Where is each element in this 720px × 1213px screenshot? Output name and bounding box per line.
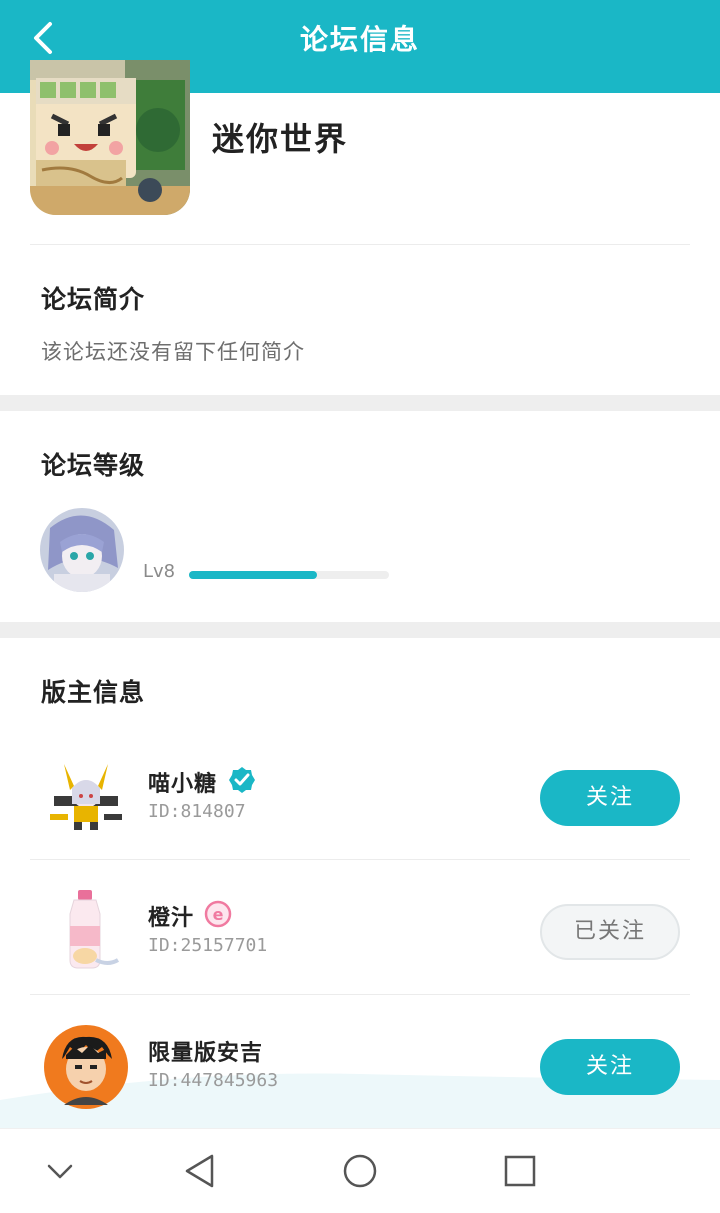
- unfollow-button[interactable]: 已关注: [540, 904, 680, 960]
- back-triangle-icon: [185, 1154, 214, 1188]
- intro-section-title: 论坛简介: [41, 285, 146, 314]
- list-item: 橙汁 e ID:25157701 已关注: [0, 890, 720, 990]
- avatar[interactable]: [40, 508, 124, 592]
- divider: [30, 994, 690, 995]
- avatar[interactable]: [44, 1025, 128, 1109]
- level-section-title: 论坛等级: [41, 451, 146, 480]
- verified-check-icon: [228, 766, 256, 794]
- forum-name: 迷你世界: [212, 120, 349, 158]
- svg-text:e: e: [213, 905, 224, 924]
- divider: [30, 859, 690, 860]
- game-app-icon: [30, 60, 190, 215]
- moderator-id: ID:25157701: [148, 935, 268, 956]
- follow-button[interactable]: 关注: [540, 770, 680, 826]
- nav-back-button[interactable]: [180, 1151, 220, 1191]
- recents-square-icon: [504, 1155, 536, 1187]
- collapse-button[interactable]: [40, 1151, 80, 1191]
- level-progress-fill: [189, 571, 317, 579]
- nav-recents-button[interactable]: [500, 1151, 540, 1191]
- level-label: Lv8: [143, 561, 176, 582]
- moderator-id: ID:447845963: [148, 1070, 279, 1091]
- level-progress-bar: [189, 571, 389, 579]
- moderator-name: 橙汁: [148, 906, 195, 931]
- collapse-chevron-icon: [47, 1164, 73, 1179]
- page-title: 论坛信息: [299, 23, 420, 56]
- divider: [30, 244, 690, 245]
- avatar[interactable]: [44, 756, 128, 840]
- list-item: 限量版安吉 ID:447845963 关注: [0, 1025, 720, 1125]
- list-item: 喵小糖 ID:814807 关注: [0, 756, 720, 856]
- section-gap: [0, 622, 720, 638]
- section-gap: [0, 395, 720, 411]
- system-nav-bar: [0, 1128, 720, 1213]
- moderator-name: 喵小糖: [148, 772, 218, 797]
- avatar[interactable]: [44, 890, 128, 974]
- moderator-id: ID:814807: [148, 801, 246, 822]
- moderator-name: 限量版安吉: [148, 1041, 264, 1066]
- pink-e-badge-icon: e: [204, 900, 232, 928]
- home-circle-icon: [343, 1154, 377, 1188]
- moderators-section-title: 版主信息: [41, 678, 146, 707]
- follow-button[interactable]: 关注: [540, 1039, 680, 1095]
- nav-home-button[interactable]: [340, 1151, 380, 1191]
- intro-text: 该论坛还没有留下任何简介: [41, 340, 305, 364]
